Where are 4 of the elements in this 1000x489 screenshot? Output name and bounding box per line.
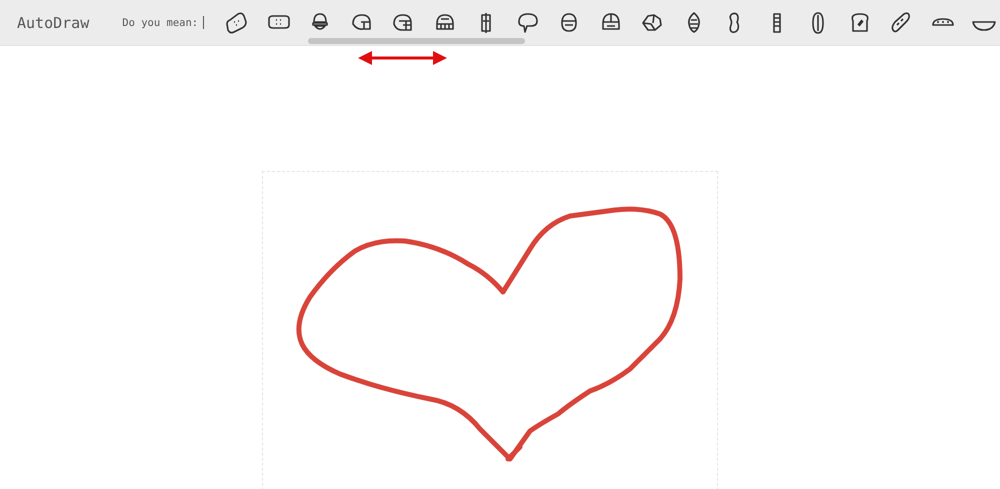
suggestions-prompt: Do you mean: <box>122 16 198 28</box>
scrollbar-thumb[interactable] <box>308 38 525 44</box>
app-title: AutoDraw <box>17 14 90 32</box>
text-cursor <box>203 16 204 29</box>
